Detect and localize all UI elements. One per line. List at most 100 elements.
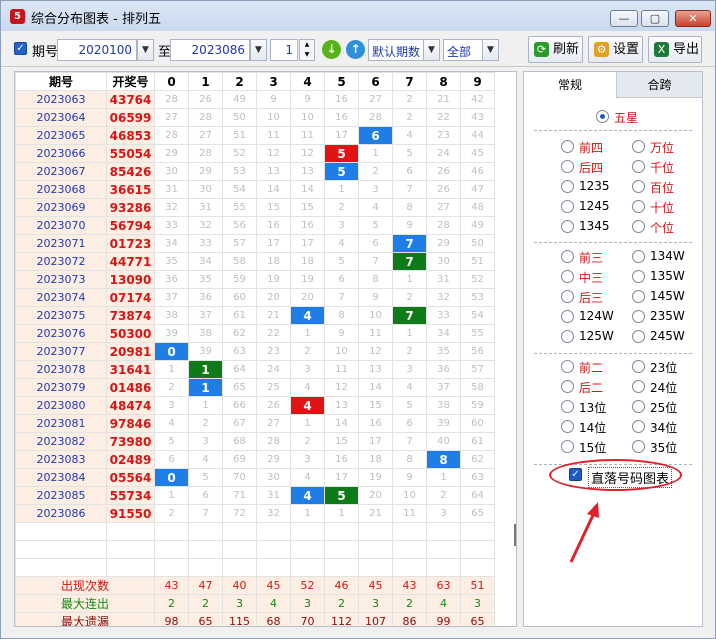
radio-235W[interactable] bbox=[632, 310, 645, 323]
table-row[interactable]: 2023080 48474 3 1 66 26 4 13 15 5 38 59 bbox=[15, 396, 495, 415]
table-row[interactable]: 2023082 73980 5 3 68 28 2 15 17 7 40 61 bbox=[15, 432, 495, 451]
settings-button[interactable]: ⚙ 设置 bbox=[588, 36, 643, 63]
radio-1235[interactable] bbox=[561, 180, 574, 193]
period-cell: 2023074 bbox=[15, 288, 107, 307]
minimize-button[interactable]: — bbox=[610, 10, 638, 27]
miss-count-cell: 9 bbox=[256, 90, 291, 109]
period-cell: 2023076 bbox=[15, 324, 107, 343]
radio-25位[interactable] bbox=[632, 400, 645, 413]
radio-34位[interactable] bbox=[632, 420, 645, 433]
maximize-button[interactable]: ▢ bbox=[641, 10, 669, 27]
radio-前二[interactable] bbox=[561, 360, 574, 373]
miss-count-cell: 17 bbox=[256, 234, 291, 253]
table-row[interactable]: 2023064 06599 27 28 50 10 10 16 28 2 22 43 bbox=[15, 108, 495, 127]
radio-15位[interactable] bbox=[561, 440, 574, 453]
table-row[interactable]: 2023077 20981 0 39 63 23 2 10 12 2 35 56 bbox=[15, 342, 495, 361]
digit-column-header-5: 5 bbox=[324, 72, 359, 91]
table-row[interactable]: 2023065 46853 28 27 51 11 11 17 6 4 23 44 bbox=[15, 126, 495, 145]
export-button[interactable]: X 导出 bbox=[648, 36, 702, 63]
miss-count-cell: 60 bbox=[222, 288, 257, 307]
radio-千位[interactable] bbox=[632, 160, 645, 173]
radio-134W[interactable] bbox=[632, 250, 645, 263]
table-row[interactable]: 2023081 97846 4 2 67 27 1 14 16 6 39 60 bbox=[15, 414, 495, 433]
close-button[interactable]: ✕ bbox=[675, 10, 711, 27]
default-dropdown-icon[interactable]: ▼ bbox=[423, 39, 440, 61]
miss-count-cell: 58 bbox=[460, 378, 495, 397]
tab-regular[interactable]: 常规 bbox=[524, 72, 616, 98]
tab-sum-span[interactable]: 合跨 bbox=[616, 72, 702, 98]
miss-count-cell: 37 bbox=[154, 288, 189, 307]
miss-count-cell: 52 bbox=[460, 270, 495, 289]
miss-count-cell: 8 bbox=[324, 306, 359, 325]
down-arrow-icon[interactable]: ↓ bbox=[322, 40, 341, 59]
table-row[interactable]: 2023086 91550 2 7 72 32 1 1 21 11 3 65 bbox=[15, 504, 495, 523]
radio-125W[interactable] bbox=[561, 330, 574, 343]
radio-个位[interactable] bbox=[632, 220, 645, 233]
table-row[interactable]: 2023078 31641 1 1 64 24 3 11 13 3 36 57 bbox=[15, 360, 495, 379]
table-row[interactable]: 2023071 01723 34 33 57 17 17 4 6 7 29 50 bbox=[15, 234, 495, 253]
table-row[interactable]: 2023066 55054 29 28 52 12 12 5 1 5 24 45 bbox=[15, 144, 495, 163]
table-row[interactable]: 2023072 44771 35 34 58 18 18 5 7 7 30 51 bbox=[15, 252, 495, 271]
miss-count-cell: 52 bbox=[222, 144, 257, 163]
draw-number-cell: 07174 bbox=[106, 288, 155, 307]
table-row[interactable]: 2023075 73874 38 37 61 21 4 8 10 7 33 54 bbox=[15, 306, 495, 325]
table-row[interactable]: 2023073 13090 36 35 59 19 19 6 8 1 31 52 bbox=[15, 270, 495, 289]
draw-number-cell: 97846 bbox=[106, 414, 155, 433]
radio-前四[interactable] bbox=[561, 140, 574, 153]
radio-后三[interactable] bbox=[561, 290, 574, 303]
radio-1245[interactable] bbox=[561, 200, 574, 213]
miss-count-cell: 31 bbox=[426, 270, 461, 289]
radio-23位[interactable] bbox=[632, 360, 645, 373]
stats-value: 40 bbox=[222, 576, 257, 595]
count-input[interactable]: 1 bbox=[270, 39, 298, 61]
to-dropdown-icon[interactable]: ▼ bbox=[250, 39, 267, 61]
radio-135W[interactable] bbox=[632, 270, 645, 283]
all-dropdown-icon[interactable]: ▼ bbox=[482, 39, 499, 61]
table-row[interactable]: 2023085 55734 1 6 71 31 4 5 20 10 2 64 bbox=[15, 486, 495, 505]
table-row[interactable]: 2023079 01486 2 1 65 25 4 12 14 4 37 58 bbox=[15, 378, 495, 397]
radio-13位[interactable] bbox=[561, 400, 574, 413]
table-row[interactable]: 2023084 05564 0 5 70 30 4 17 19 9 1 63 bbox=[15, 468, 495, 487]
table-row[interactable]: 2023067 85426 30 29 53 13 13 5 2 6 26 46 bbox=[15, 162, 495, 181]
to-period-input[interactable]: 2023086 bbox=[170, 39, 250, 61]
count-spinner[interactable]: ▲ ▼ bbox=[299, 39, 315, 61]
radio-中三[interactable] bbox=[561, 270, 574, 283]
radio-145W[interactable] bbox=[632, 290, 645, 303]
from-dropdown-icon[interactable]: ▼ bbox=[137, 39, 154, 61]
miss-count-cell: 26 bbox=[426, 162, 461, 181]
period-checkbox[interactable]: ✓ bbox=[14, 42, 27, 55]
radio-14位[interactable] bbox=[561, 420, 574, 433]
radio-35位[interactable] bbox=[632, 440, 645, 453]
radio-前三[interactable] bbox=[561, 250, 574, 263]
table-row[interactable]: 2023069 93286 32 31 55 15 15 2 4 8 27 48 bbox=[15, 198, 495, 217]
radio-24位[interactable] bbox=[632, 380, 645, 393]
miss-count-cell: 8 bbox=[358, 270, 393, 289]
miss-count-cell: 30 bbox=[188, 180, 223, 199]
miss-count-cell: 12 bbox=[256, 144, 291, 163]
miss-count-cell: 19 bbox=[256, 270, 291, 289]
radio-1345[interactable] bbox=[561, 220, 574, 233]
radio-万位[interactable] bbox=[632, 140, 645, 153]
hit-cell: 7 bbox=[392, 234, 427, 253]
radio-后二[interactable] bbox=[561, 380, 574, 393]
table-row[interactable]: 2023070 56794 33 32 56 16 16 3 5 9 28 49 bbox=[15, 216, 495, 235]
table-row[interactable]: 2023068 36615 31 30 54 14 14 1 3 7 26 47 bbox=[15, 180, 495, 199]
table-row[interactable]: 2023063 43764 28 26 49 9 9 16 27 2 21 42 bbox=[15, 90, 495, 109]
miss-count-cell: 4 bbox=[290, 468, 325, 487]
miss-count-cell: 15 bbox=[358, 396, 393, 415]
radio-124W[interactable] bbox=[561, 310, 574, 323]
radio-百位[interactable] bbox=[632, 180, 645, 193]
table-row[interactable]: 2023074 07174 37 36 60 20 20 7 9 2 32 53 bbox=[15, 288, 495, 307]
up-arrow-icon[interactable]: ↑ bbox=[346, 40, 365, 59]
from-period-input[interactable]: 2020100 bbox=[57, 39, 137, 61]
miss-count-cell: 16 bbox=[324, 450, 359, 469]
radio-十位[interactable] bbox=[632, 200, 645, 213]
radio-245W[interactable] bbox=[632, 330, 645, 343]
vertical-scrollbar[interactable] bbox=[514, 524, 516, 546]
radio-后四[interactable] bbox=[561, 160, 574, 173]
radio-五星[interactable] bbox=[596, 110, 609, 123]
refresh-button[interactable]: ⟳ 刷新 bbox=[528, 36, 583, 63]
table-row[interactable]: 2023083 02489 6 4 69 29 3 16 18 8 8 62 bbox=[15, 450, 495, 469]
miss-count-cell: 24 bbox=[256, 360, 291, 379]
table-row[interactable]: 2023076 50300 39 38 62 22 1 9 11 1 34 55 bbox=[15, 324, 495, 343]
